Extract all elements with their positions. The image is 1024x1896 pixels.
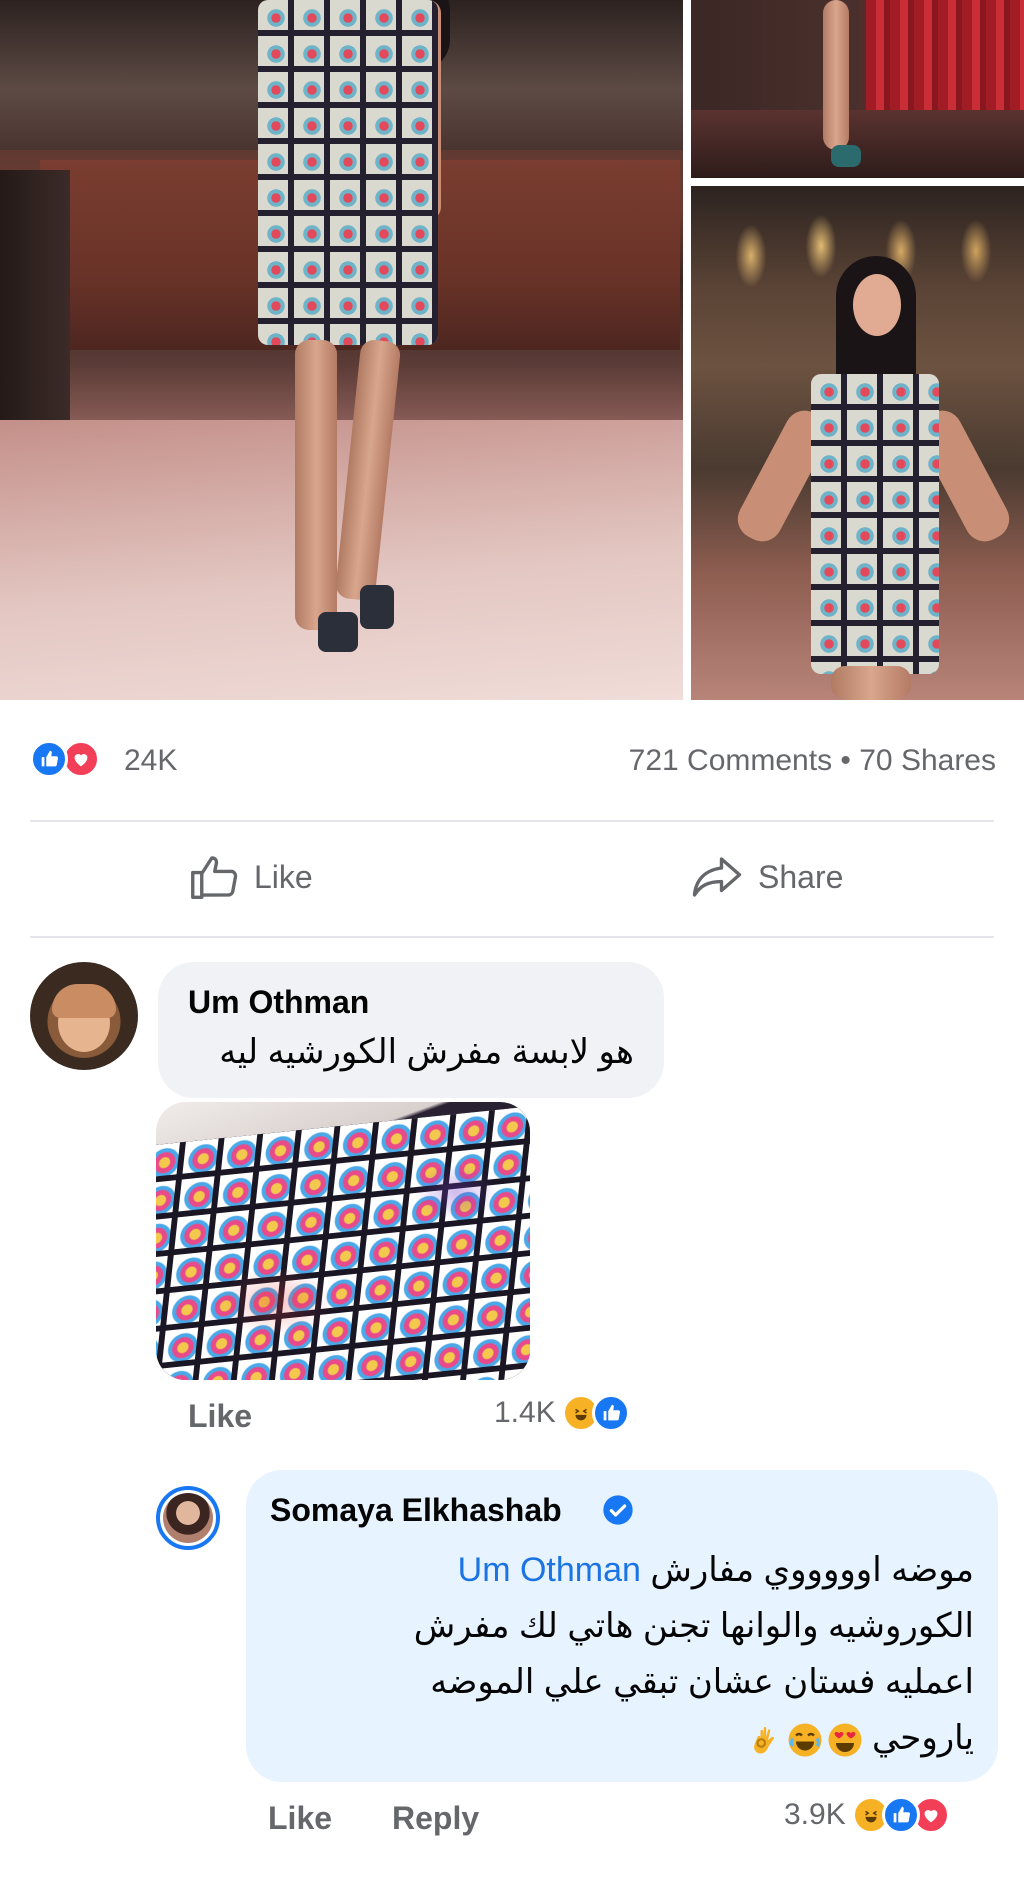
crochet-dress	[258, 0, 438, 345]
post-reaction-count[interactable]: 24K	[124, 744, 177, 778]
crochet-blanket-shading	[156, 1102, 530, 1380]
like-button[interactable]: Like	[186, 850, 313, 904]
post-photo-main[interactable]	[0, 0, 683, 700]
model-face	[853, 274, 901, 336]
share-button-label: Share	[758, 858, 844, 895]
comment-author[interactable]: Somaya Elkhashab	[270, 1492, 562, 1529]
avatar-photo	[163, 1493, 213, 1543]
post-reaction-icons[interactable]	[30, 740, 100, 778]
model-shoe	[360, 585, 394, 629]
heart-eyes-icon	[827, 1722, 863, 1758]
like-button-label: Like	[254, 858, 313, 895]
reply-like-button[interactable]: Like	[268, 1800, 332, 1837]
comment-text: هو لابسة مفرش الكورشيه ليه	[219, 1033, 634, 1071]
avatar[interactable]	[30, 962, 138, 1070]
photo-curtain	[866, 0, 1024, 110]
comment-text-line: موضه اوووووي مفارش Um Othman	[274, 1542, 974, 1598]
model-leg	[334, 338, 402, 602]
like-icon	[30, 740, 68, 778]
comment-text-line-1: موضه اوووووي مفارش	[650, 1551, 974, 1589]
comment-reaction-icons	[561, 1394, 630, 1432]
post-comments-shares-count[interactable]: 721 Comments • 70 Shares	[629, 744, 996, 778]
comment-reactions[interactable]: 1.4K	[494, 1394, 630, 1432]
comment-text-line: ياروحي	[274, 1710, 974, 1766]
model-shoe	[831, 145, 861, 167]
like-icon	[881, 1796, 920, 1834]
model-leg	[295, 340, 337, 630]
reply-reactions[interactable]: 3.9K	[784, 1796, 950, 1834]
comment-text-line-3: اعمليه فستان عشان تبقي علي الموضه	[430, 1663, 974, 1701]
model-figure	[730, 256, 1017, 700]
verified-badge-icon	[603, 1495, 633, 1525]
reply-button[interactable]: Reply	[392, 1800, 479, 1837]
emoji-group	[747, 1722, 863, 1758]
comment-author[interactable]: Um Othman	[188, 984, 369, 1021]
reply-bubble[interactable]: Somaya Elkhashab موضه اوووووي مفارش Um O…	[246, 1470, 998, 1782]
thumbs-up-icon	[191, 856, 238, 899]
joy-icon	[787, 1722, 823, 1758]
reply-reaction-icons	[851, 1796, 950, 1834]
post-photo-top-right[interactable]	[691, 0, 1024, 178]
share-button[interactable]: Share	[690, 850, 843, 904]
model-figure	[250, 0, 450, 652]
comment-attached-image[interactable]	[156, 1102, 530, 1380]
crochet-dress	[811, 374, 939, 674]
mention-link[interactable]: Um Othman	[458, 1551, 641, 1589]
reply-reaction-count: 3.9K	[784, 1798, 846, 1831]
model-leg	[823, 0, 849, 150]
share-arrow-icon	[692, 857, 742, 897]
photo-floor	[691, 110, 1024, 178]
comment-bubble[interactable]: Um Othman هو لابسة مفرش الكورشيه ليه	[158, 962, 664, 1098]
comment-like-button[interactable]: Like	[188, 1398, 252, 1435]
divider	[30, 820, 994, 822]
comment-text: موضه اوووووي مفارش Um Othman الكوروشيه و…	[274, 1542, 974, 1766]
like-icon	[591, 1394, 630, 1432]
comment-text-line-2: الكوروشيه والوانها تجنن هاتي لك مفرش	[413, 1607, 974, 1645]
ok-hand-icon	[747, 1722, 783, 1758]
post-photo-bottom-right[interactable]	[691, 186, 1024, 700]
model-shoe	[318, 612, 358, 652]
avatar-hands	[52, 984, 116, 1018]
model-leg	[831, 666, 911, 700]
divider	[30, 936, 994, 938]
comment-text-line-4: ياروحي	[871, 1719, 974, 1757]
avatar[interactable]	[156, 1486, 220, 1550]
comment-reaction-count: 1.4K	[494, 1396, 556, 1429]
